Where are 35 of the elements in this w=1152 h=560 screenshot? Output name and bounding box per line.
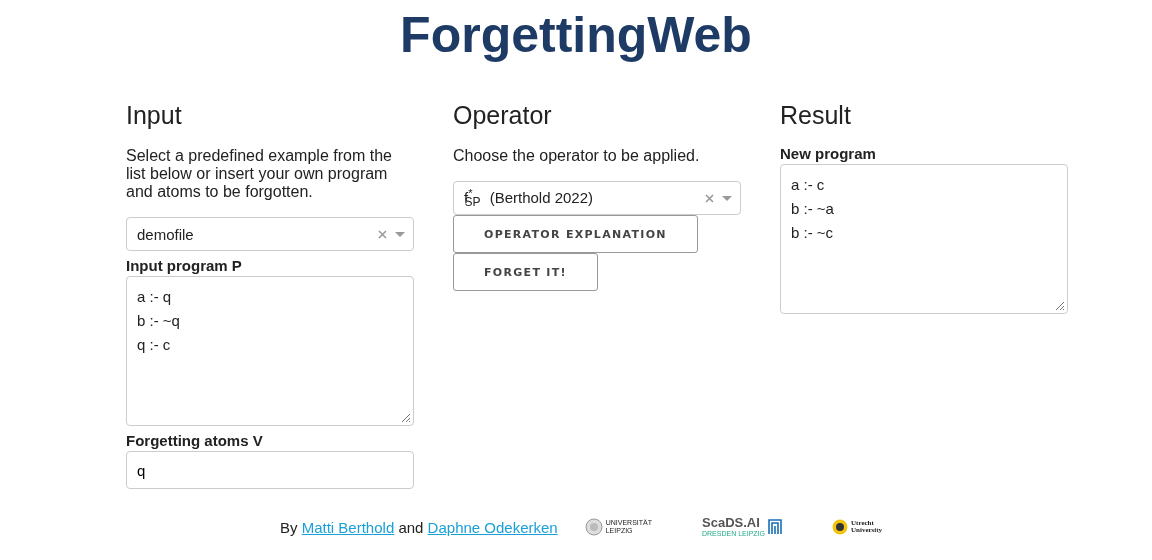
code-line: b :- ~a <box>791 199 835 219</box>
field-label: Input program P <box>126 257 243 274</box>
action-button[interactable]: OPERATOR EXPLANATION <box>453 215 698 253</box>
dropdown-icon[interactable] <box>722 195 732 201</box>
seal-icon <box>584 518 603 536</box>
resize-grip-icon[interactable] <box>1053 299 1065 311</box>
page-title: ForgettingWeb <box>399 6 753 65</box>
section-heading: Input <box>126 100 183 131</box>
code-line: q :- c <box>137 335 172 355</box>
text-area[interactable]: a :- c b :- ~a b :- ~c <box>780 164 1068 314</box>
clear-icon[interactable] <box>705 193 714 203</box>
code-line: a :- c <box>791 175 826 195</box>
section-heading: Result <box>780 100 852 131</box>
credit-text: By <box>280 518 299 536</box>
description: Select a predefined example from the list below or insert your own program and atoms to be forgotten. <box>126 147 393 201</box>
select-value: f$^{*}$$_{SP}$ (Berthold 2022) <box>464 187 595 209</box>
description: Choose the operator to be applied. <box>453 147 701 165</box>
select-value: demofile <box>137 225 195 243</box>
select-field[interactable]: f$^{*}$$_{SP}$ (Berthold 2022) <box>453 181 741 215</box>
input-field[interactable]: q <box>126 451 414 489</box>
credit-text: and <box>397 518 425 536</box>
field-label: Forgetting atoms V <box>126 432 264 449</box>
code-line: a :- q <box>137 287 173 307</box>
resize-grip-icon[interactable] <box>399 411 411 423</box>
code-line: b :- ~q <box>137 311 181 331</box>
bars-icon <box>768 519 782 535</box>
section-heading: Operator <box>453 100 553 131</box>
select-field[interactable]: demofile <box>126 217 414 251</box>
code-line: b :- ~c <box>791 223 835 243</box>
dropdown-icon[interactable] <box>395 231 405 237</box>
clear-icon[interactable] <box>378 229 387 239</box>
sun-icon <box>832 519 848 535</box>
action-button[interactable]: FORGET IT! <box>453 253 598 291</box>
text-area[interactable]: a :- q b :- ~q q :- c <box>126 276 414 426</box>
field-label: New program <box>780 145 877 162</box>
